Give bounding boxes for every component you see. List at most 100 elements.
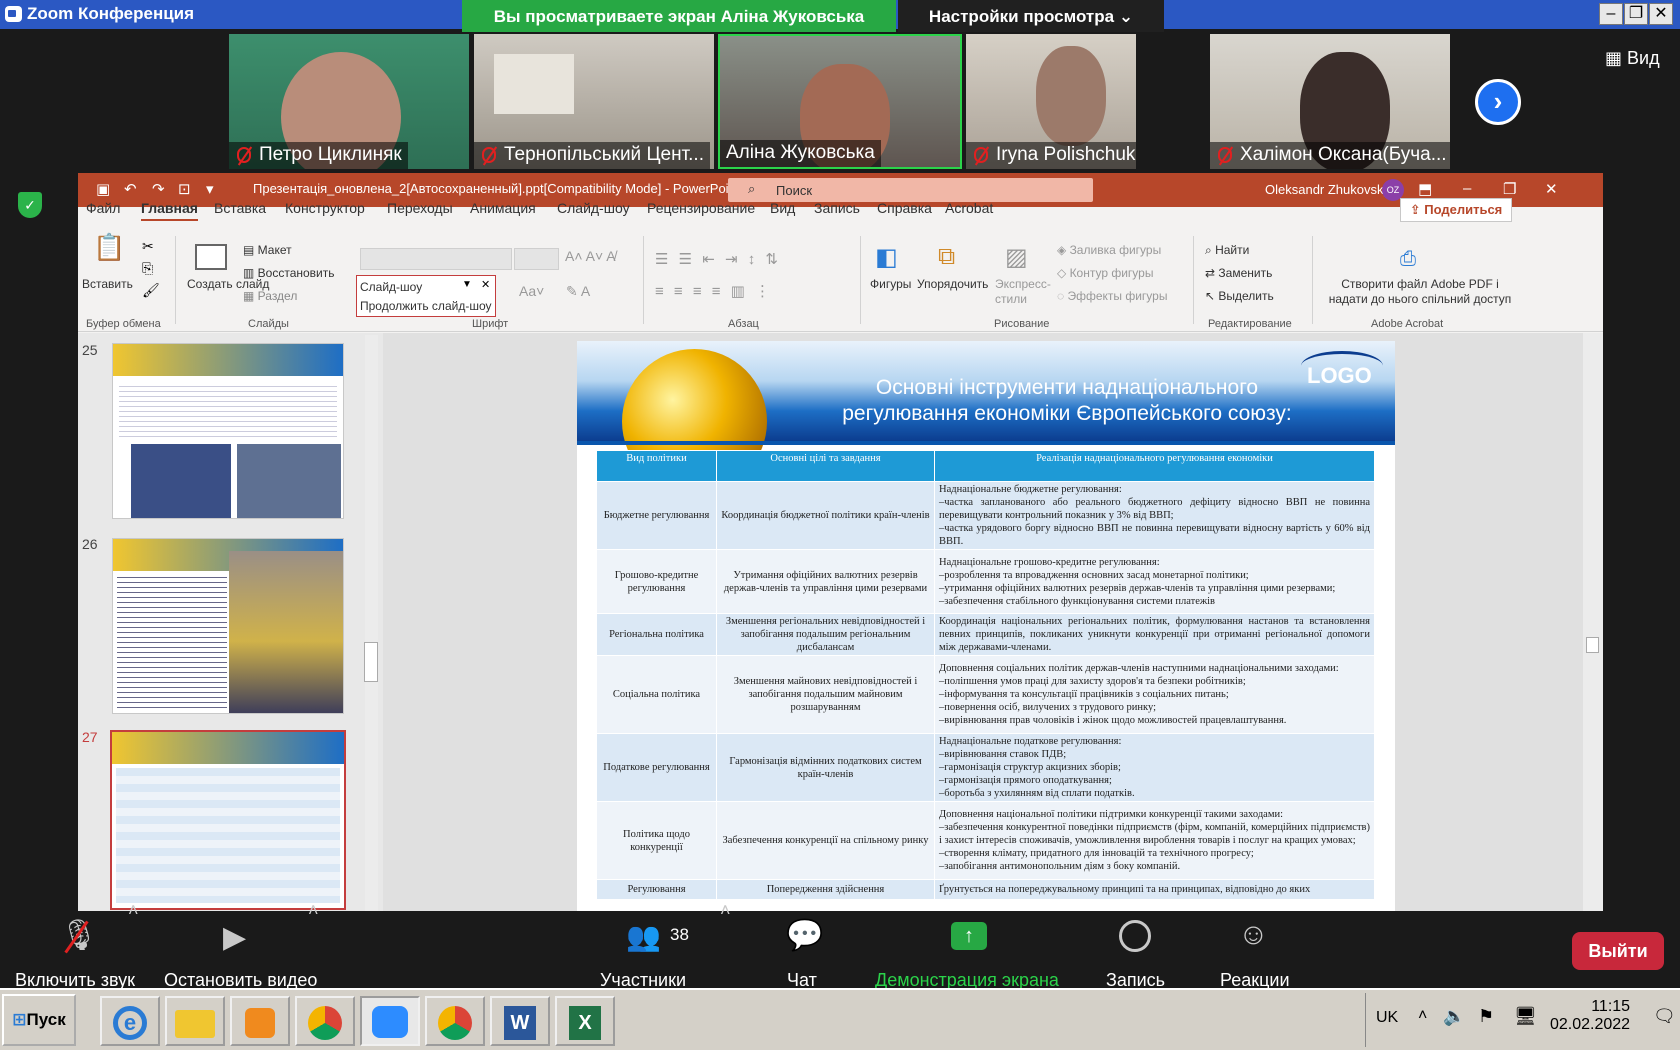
volume-icon[interactable]: 🔈 <box>1443 1006 1465 1027</box>
tray-expand-icon[interactable]: ˄ <box>1418 1007 1427 1025</box>
ie-taskbar-button[interactable]: e <box>100 996 160 1046</box>
chrome-taskbar-button[interactable] <box>295 996 355 1046</box>
paste-button[interactable]: Вставить <box>82 277 133 291</box>
reset-button[interactable]: ▥ Восстановить <box>243 266 335 280</box>
font-grow-icon[interactable]: A˄ A˅ A̸ <box>565 248 616 264</box>
highlight-icon[interactable]: ✎ A <box>566 283 590 300</box>
share-screen-icon[interactable]: ↑ <box>951 922 987 950</box>
chrome-taskbar-button[interactable] <box>425 996 485 1046</box>
tab-review[interactable]: Рецензирование <box>647 200 755 216</box>
video-tile[interactable]: Тернопільський Цент... <box>474 34 714 169</box>
tab-acrobat[interactable]: Acrobat <box>945 200 993 216</box>
dropdown-close-icon[interactable]: ✕ <box>481 278 490 291</box>
create-adobe-pdf-button[interactable]: Створити файл Adobe PDF і надати до ньог… <box>1325 277 1515 307</box>
explorer-taskbar-button[interactable] <box>165 996 225 1046</box>
new-slide-button[interactable]: Создать слайд <box>187 277 269 292</box>
security-shield-icon[interactable]: ✓ <box>18 192 42 218</box>
video-tile[interactable]: Халімон Оксана(Буча... <box>1210 34 1450 169</box>
adobe-pdf-icon[interactable]: ⎙ <box>1400 248 1416 271</box>
undo-icon[interactable]: ↶ <box>124 180 137 198</box>
select-button[interactable]: ↖ Выделить <box>1205 289 1274 303</box>
section-button[interactable]: ▦ Раздел <box>243 289 297 303</box>
case-icon[interactable]: Aa˅ <box>519 283 544 299</box>
ribbon-display-icon[interactable]: ⬒ <box>1418 180 1432 198</box>
next-page-arrow-icon[interactable]: › <box>1475 79 1521 125</box>
editor-scroll-thumb[interactable] <box>1586 637 1599 653</box>
media-taskbar-button[interactable] <box>230 996 290 1046</box>
tab-view[interactable]: Вид <box>770 200 795 216</box>
slide-thumbnail[interactable] <box>112 538 344 714</box>
clock[interactable]: 11:15 02.02.2022 <box>1550 998 1630 1034</box>
tab-file[interactable]: Файл <box>86 200 120 216</box>
chevron-up-icon[interactable]: ˄ <box>128 900 139 921</box>
start-button[interactable]: ⊞Пуск <box>2 994 76 1046</box>
shape-effects-button[interactable]: ◌ Эффекты фигуры <box>1057 289 1167 303</box>
chevron-up-icon[interactable]: ˄ <box>720 900 731 921</box>
video-tile[interactable]: Петро Циклиняк <box>229 34 469 169</box>
save-icon[interactable]: ▣ <box>96 180 110 198</box>
video-tile-active-speaker[interactable]: Аліна Жуковська <box>718 34 962 169</box>
arrange-button[interactable]: Упорядочить <box>917 277 988 291</box>
participants-icon[interactable]: 👥 <box>626 920 661 953</box>
tab-animations[interactable]: Анимация <box>470 200 536 216</box>
new-slide-icon[interactable] <box>195 244 227 270</box>
tab-transitions[interactable]: Переходы <box>387 200 453 216</box>
tab-home[interactable]: Главная <box>141 200 198 221</box>
slideshow-dropdown[interactable]: Слайд-шоу ▼ ✕ Продолжить слайд-шоу <box>356 275 496 317</box>
video-tile[interactable]: Iryna Polishchuk <box>966 34 1136 169</box>
find-button[interactable]: ⌕ Найти <box>1205 243 1249 258</box>
shapes-icon[interactable]: ◧ <box>875 243 905 273</box>
replace-button[interactable]: ⇄ Заменить <box>1205 266 1272 280</box>
language-indicator[interactable]: UK <box>1376 1009 1398 1027</box>
align-icons[interactable]: ≡ ≡ ≡ ≡ ▥ ⋮ <box>655 282 773 300</box>
network-icon[interactable]: 🖥 <box>1514 1006 1537 1027</box>
action-center-flag-icon[interactable]: ⚑ <box>1478 1006 1494 1027</box>
minimize-icon[interactable]: – <box>1463 180 1471 197</box>
record-icon[interactable] <box>1119 920 1151 952</box>
word-taskbar-button[interactable]: W <box>490 996 550 1046</box>
tab-record[interactable]: Запись <box>814 200 860 216</box>
thumbnail-scrollbar[interactable] <box>365 335 378 911</box>
excel-taskbar-button[interactable]: X <box>555 996 615 1046</box>
customize-icon[interactable]: ▾ <box>206 180 214 198</box>
font-size-select[interactable] <box>514 248 559 270</box>
font-family-select[interactable] <box>360 248 512 270</box>
close-button[interactable]: ✕ <box>1649 3 1673 25</box>
notification-icon[interactable]: 🗨 <box>1653 1006 1676 1027</box>
slide-canvas[interactable]: Основні інструменти наднаціонального рег… <box>577 341 1395 911</box>
share-button[interactable]: ⇪ Поделиться <box>1400 198 1512 222</box>
tab-help[interactable]: Справка <box>877 200 932 216</box>
shapes-button[interactable]: Фигуры <box>870 277 911 291</box>
close-icon[interactable]: ✕ <box>1545 180 1558 198</box>
quick-styles-icon[interactable]: ▨ <box>1005 243 1028 272</box>
shape-outline-button[interactable]: ◇ Контур фигуры <box>1057 266 1153 280</box>
editor-scrollbar[interactable] <box>1583 333 1603 911</box>
redo-icon[interactable]: ↷ <box>152 180 165 198</box>
cut-icon[interactable]: ✂ <box>142 238 154 255</box>
tab-slideshow[interactable]: Слайд-шоу <box>557 200 630 216</box>
continue-slideshow-item[interactable]: Продолжить слайд-шоу <box>360 299 491 313</box>
quick-styles-button[interactable]: Экспресс-стили <box>995 277 1051 307</box>
chat-icon[interactable]: 💬 <box>786 918 823 953</box>
list-icons[interactable]: ☰ ☰ ⇤ ⇥ ↕ ⇅ <box>655 250 781 268</box>
tab-insert[interactable]: Вставка <box>214 200 266 216</box>
view-options-button[interactable]: Настройки просмотра ⌄ <box>898 0 1164 32</box>
chevron-up-icon[interactable]: ˄ <box>308 900 319 921</box>
copy-icon[interactable]: ⎘ <box>142 260 153 277</box>
gallery-view-button[interactable]: ▦ Вид <box>1605 48 1660 69</box>
arrange-icon[interactable]: ⧉ <box>938 243 955 271</box>
search-box[interactable]: ⌕ Поиск <box>728 178 1093 202</box>
reactions-icon[interactable]: ☺ <box>1238 918 1269 952</box>
maximize-button[interactable]: ❐ <box>1624 3 1648 25</box>
paste-icon[interactable]: 📋 <box>82 232 137 272</box>
minimize-button[interactable]: – <box>1599 3 1623 25</box>
video-camera-icon[interactable]: ▶ <box>223 920 246 955</box>
tab-design[interactable]: Конструктор <box>285 200 365 216</box>
leave-button[interactable]: Выйти <box>1572 932 1664 970</box>
dropdown-arrow-icon[interactable]: ▼ <box>462 279 472 290</box>
format-painter-icon[interactable]: 🖌 <box>142 282 160 299</box>
present-icon[interactable]: ⊡ <box>178 180 191 198</box>
shape-fill-button[interactable]: ◈ Заливка фигуры <box>1057 243 1161 257</box>
restore-icon[interactable]: ❐ <box>1503 180 1516 198</box>
thumbnail-scroll-thumb[interactable] <box>364 642 378 682</box>
